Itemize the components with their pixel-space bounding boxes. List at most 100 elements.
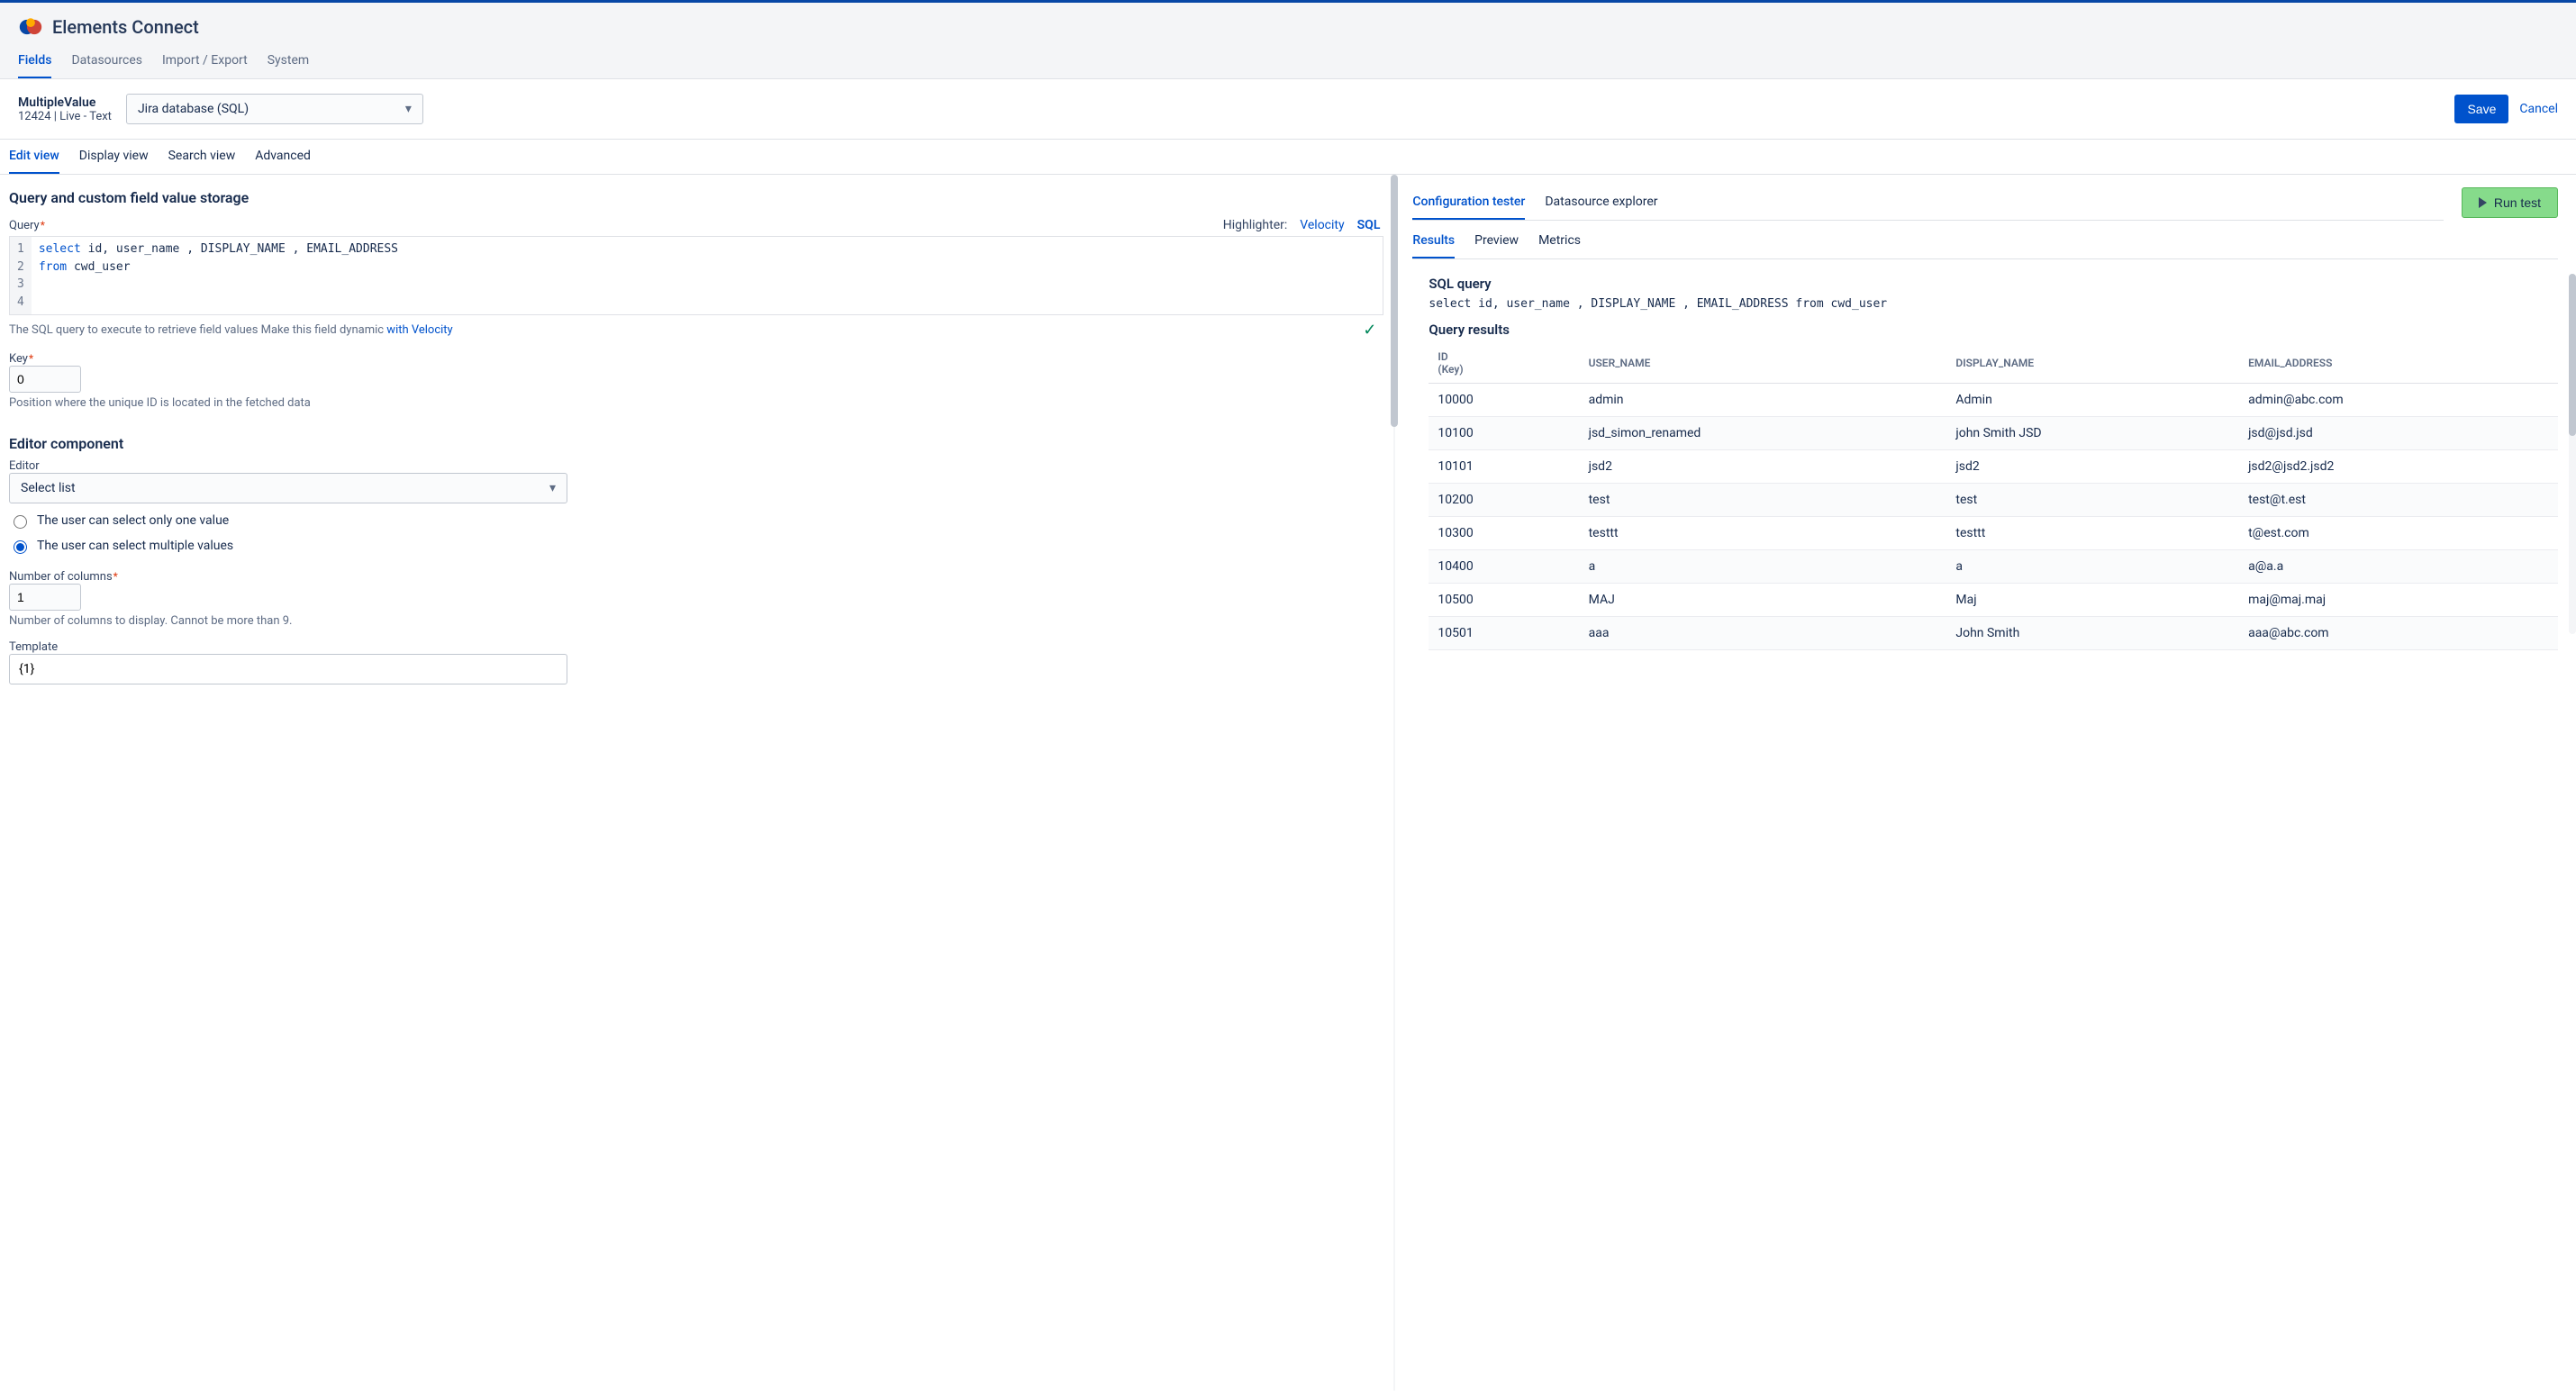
radio-multiple-input[interactable] (14, 540, 27, 554)
table-cell: 10100 (1429, 417, 1579, 450)
col-email: EMAIL_ADDRESS (2239, 343, 2558, 384)
cols-input[interactable] (9, 584, 81, 611)
table-cell: aaa (1580, 617, 1947, 650)
editor-gutter: 1234 (10, 237, 32, 314)
view-tab-edit[interactable]: Edit view (9, 140, 59, 174)
results-sub-tabs: Results Preview Metrics (1412, 228, 2558, 259)
editor-type-select[interactable]: Select list ▾ (9, 473, 567, 503)
highlighter-sql[interactable]: SQL (1357, 218, 1381, 232)
check-icon: ✓ (1363, 321, 1383, 340)
highlighter-velocity[interactable]: Velocity (1300, 218, 1344, 232)
field-name: MultipleValue (18, 95, 112, 110)
right-pane: Configuration tester Datasource explorer… (1398, 175, 2576, 1391)
view-tab-display[interactable]: Display view (79, 140, 149, 174)
query-help: The SQL query to execute to retrieve fie… (9, 323, 453, 337)
pane-divider[interactable] (1391, 175, 1398, 1391)
table-row[interactable]: 10101jsd2jsd2jsd2@jsd2.jsd2 (1429, 450, 2558, 484)
subtab-preview[interactable]: Preview (1474, 228, 1519, 258)
field-meta: 12424 | Live - Text (18, 110, 112, 123)
brand-logo-icon (18, 15, 43, 39)
table-row[interactable]: 10200testtesttest@t.est (1429, 484, 2558, 517)
col-display-name: DISPLAY_NAME (1946, 343, 2239, 384)
results-table: ID(Key) USER_NAME DISPLAY_NAME EMAIL_ADD… (1429, 343, 2558, 650)
key-input[interactable] (9, 366, 81, 393)
table-cell: john Smith JSD (1946, 417, 2239, 450)
table-cell: 10501 (1429, 617, 1579, 650)
tab-datasources[interactable]: Datasources (71, 48, 142, 78)
subtab-results[interactable]: Results (1412, 228, 1455, 258)
tab-datasource-explorer[interactable]: Datasource explorer (1545, 187, 1657, 220)
chevron-down-icon: ▾ (405, 102, 412, 116)
app-header: Elements Connect Fields Datasources Impo… (0, 3, 2576, 79)
table-row[interactable]: 10300testtttestttt@est.com (1429, 517, 2558, 550)
table-row[interactable]: 10000adminAdminadmin@abc.com (1429, 384, 2558, 417)
table-cell: test (1946, 484, 2239, 517)
query-results-label: Query results (1429, 322, 2558, 338)
view-tabs: Edit view Display view Search view Advan… (0, 140, 2576, 175)
tab-import-export[interactable]: Import / Export (162, 48, 248, 78)
cancel-button[interactable]: Cancel (2519, 102, 2558, 116)
right-scrollbar-thumb[interactable] (2569, 274, 2576, 436)
field-toolbar: MultipleValue 12424 | Live - Text Jira d… (0, 79, 2576, 140)
table-cell: 10300 (1429, 517, 1579, 550)
table-cell: maj@maj.maj (2239, 584, 2558, 617)
chevron-down-icon: ▾ (549, 481, 556, 495)
table-cell: jsd@jsd.jsd (2239, 417, 2558, 450)
table-row[interactable]: 10100jsd_simon_renamedjohn Smith JSDjsd@… (1429, 417, 2558, 450)
key-hint: Position where the unique ID is located … (9, 396, 1383, 410)
table-row[interactable]: 10400aaa@a.a (1429, 550, 2558, 584)
col-id: ID(Key) (1429, 343, 1579, 384)
tab-fields[interactable]: Fields (18, 48, 51, 78)
table-cell: a (1946, 550, 2239, 584)
table-cell: John Smith (1946, 617, 2239, 650)
table-cell: aaa@abc.com (2239, 617, 2558, 650)
table-cell: a (1580, 550, 1947, 584)
velocity-help-link[interactable]: with Velocity (386, 323, 452, 337)
table-cell: Admin (1946, 384, 2239, 417)
save-button[interactable]: Save (2454, 95, 2508, 123)
table-cell: 10000 (1429, 384, 1579, 417)
cols-hint: Number of columns to display. Cannot be … (9, 614, 1383, 628)
right-scrollbar[interactable] (2569, 274, 2576, 634)
table-cell: t@est.com (2239, 517, 2558, 550)
table-cell: a@a.a (2239, 550, 2558, 584)
subtab-metrics[interactable]: Metrics (1538, 228, 1581, 258)
view-tab-search[interactable]: Search view (168, 140, 236, 174)
tab-system[interactable]: System (268, 48, 309, 78)
table-row[interactable]: 10500MAJMajmaj@maj.maj (1429, 584, 2558, 617)
table-cell: testtt (1946, 517, 2239, 550)
col-user-name: USER_NAME (1580, 343, 1947, 384)
template-input[interactable] (9, 654, 567, 684)
datasource-select[interactable]: Jira database (SQL) ▾ (126, 94, 423, 124)
section-query-title: Query and custom field value storage (9, 189, 1383, 206)
table-cell: 10500 (1429, 584, 1579, 617)
table-cell: admin@abc.com (2239, 384, 2558, 417)
view-tab-advanced[interactable]: Advanced (255, 140, 311, 174)
radio-single[interactable]: The user can select only one value (9, 512, 1383, 529)
table-cell: jsd2 (1946, 450, 2239, 484)
sql-query-echo: select id, user_name , DISPLAY_NAME , EM… (1429, 297, 2558, 311)
field-info: MultipleValue 12424 | Live - Text (18, 95, 112, 123)
editor-label: Editor (9, 459, 1383, 473)
radio-multiple[interactable]: The user can select multiple values (9, 538, 1383, 554)
editor-type-value: Select list (21, 481, 76, 495)
highlighter-row: Highlighter: Velocity SQL (1223, 218, 1384, 232)
key-label: Key (9, 352, 1383, 366)
table-row[interactable]: 10501aaaJohn Smithaaa@abc.com (1429, 617, 2558, 650)
table-cell: jsd2 (1580, 450, 1947, 484)
scrollbar-thumb[interactable] (1391, 175, 1398, 427)
query-editor[interactable]: 1234 select id, user_name , DISPLAY_NAME… (9, 236, 1383, 315)
table-cell: 10200 (1429, 484, 1579, 517)
sql-query-label: SQL query (1429, 276, 2558, 292)
brand-title: Elements Connect (52, 16, 199, 38)
editor-body[interactable]: select id, user_name , DISPLAY_NAME , EM… (32, 237, 405, 314)
section-editor-title: Editor component (9, 435, 1383, 452)
tab-config-tester[interactable]: Configuration tester (1412, 187, 1525, 220)
run-test-button[interactable]: Run test (2462, 187, 2558, 218)
table-cell: jsd2@jsd2.jsd2 (2239, 450, 2558, 484)
template-label: Template (9, 640, 1383, 654)
tester-tabs: Configuration tester Datasource explorer (1412, 187, 2443, 221)
table-cell: Maj (1946, 584, 2239, 617)
cols-label: Number of columns (9, 570, 1383, 584)
radio-single-input[interactable] (14, 515, 27, 529)
